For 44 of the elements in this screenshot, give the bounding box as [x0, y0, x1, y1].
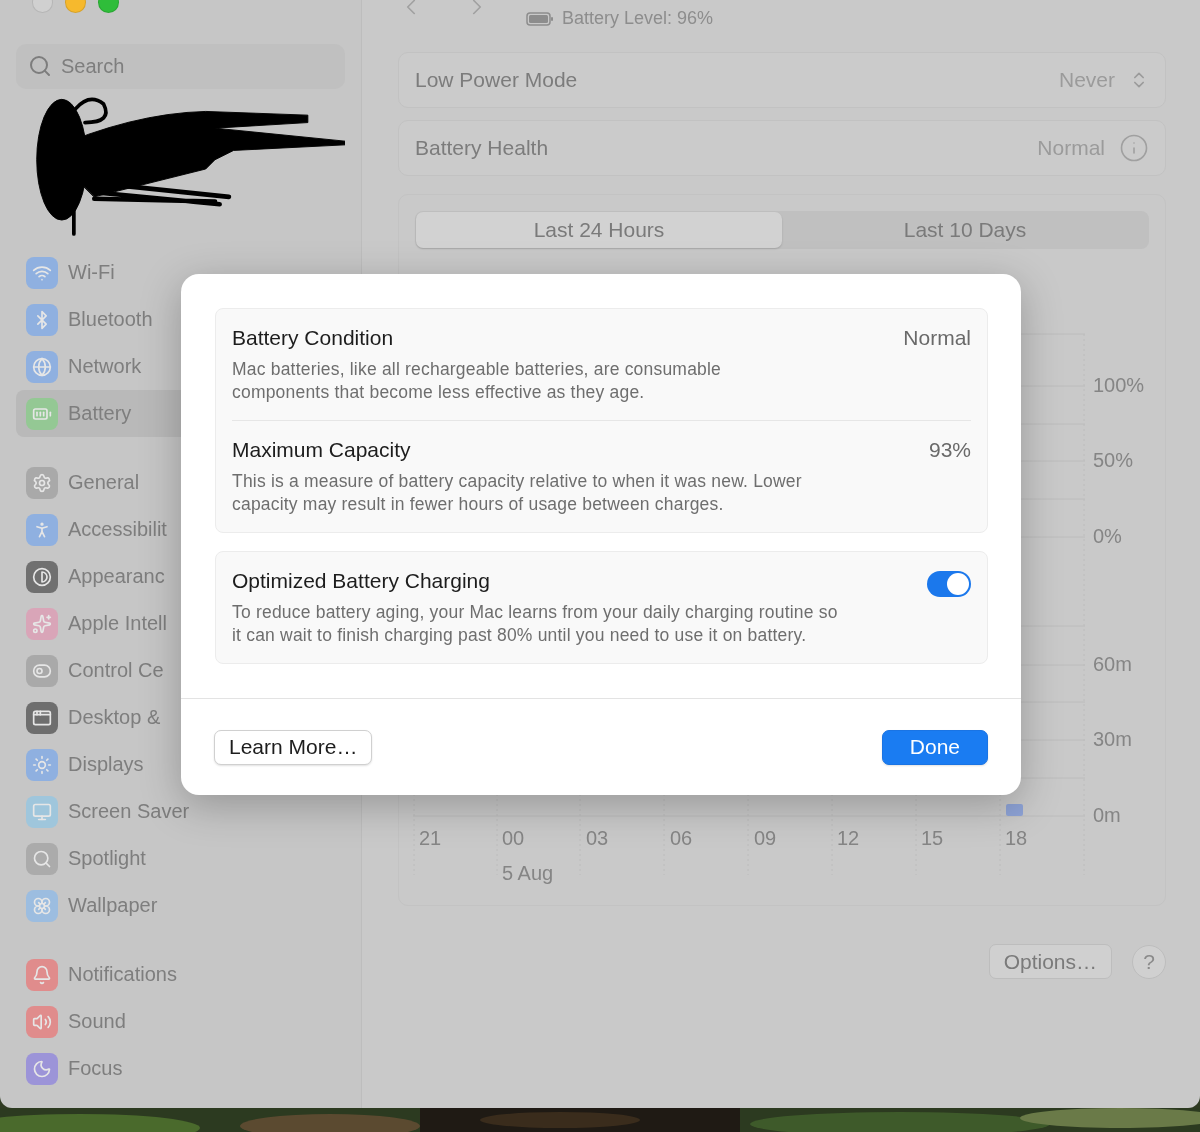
sidebar-item[interactable]: Wallpaper [16, 882, 345, 929]
axis-label: 03 [586, 827, 609, 850]
range-tab[interactable]: Last 24 Hours [416, 212, 782, 248]
search-icon [28, 54, 52, 78]
row-title: Maximum Capacity [232, 438, 412, 462]
axis-label: 60m [1093, 653, 1132, 676]
search-field[interactable]: Search [16, 44, 345, 89]
sidebar-item[interactable]: Screen Saver [16, 788, 345, 835]
battery-level-text: Battery Level: 96% [562, 8, 714, 29]
row-label: Battery Health [415, 136, 549, 160]
row-title: Battery Condition [232, 326, 395, 350]
row-label: Low Power Mode [415, 68, 578, 92]
axis-label: 0% [1093, 525, 1122, 548]
axis-label: 09 [754, 827, 777, 850]
sidebar-item[interactable]: Focus [16, 1045, 345, 1092]
row-value: 93% [928, 438, 971, 462]
row-description: To reduce battery aging, your Mac learns from your daily charging routine so it can wait to finish charging past 80% until you need to use it on battery. [232, 601, 838, 647]
learn-more-button[interactable]: Learn More… [214, 729, 373, 765]
row-value: Normal [903, 326, 971, 350]
date-label: 5 Aug [502, 862, 554, 885]
done-button[interactable]: Done [881, 729, 988, 765]
axis-label: 00 [502, 827, 525, 850]
axis-label: 0m [1093, 804, 1121, 827]
sidebar-item[interactable]: Notifications [16, 951, 345, 998]
help-button[interactable]: ? [1132, 944, 1166, 979]
axis-label: 30m [1093, 728, 1132, 751]
options-button[interactable]: Options… [988, 944, 1112, 979]
axis-label: 18 [1005, 827, 1028, 850]
axis-label: 21 [419, 827, 442, 850]
sidebar-item[interactable]: Spotlight [16, 835, 345, 882]
battery-icon [526, 11, 554, 26]
row-description: This is a measure of battery capacity relative to when it was new. Lower capacity may result in fewer hours of usage between charges. [232, 470, 802, 516]
sidebar-item[interactable]: Wi-Fi [16, 249, 345, 296]
axis-label: 15 [921, 827, 944, 850]
axis-label: 12 [837, 827, 860, 850]
toggle-switch[interactable] [927, 571, 971, 597]
axis-label: 100% [1093, 374, 1145, 397]
sidebar-item[interactable]: Control Ce [16, 647, 345, 694]
axis-label: 06 [670, 827, 693, 850]
info-icon[interactable] [1119, 133, 1149, 163]
sidebar-item[interactable]: Sound [16, 998, 345, 1045]
range-tab[interactable]: Last 10 Days [782, 212, 1148, 248]
row-title: Optimized Battery Charging [232, 569, 491, 593]
axis-label: 50% [1093, 449, 1134, 472]
